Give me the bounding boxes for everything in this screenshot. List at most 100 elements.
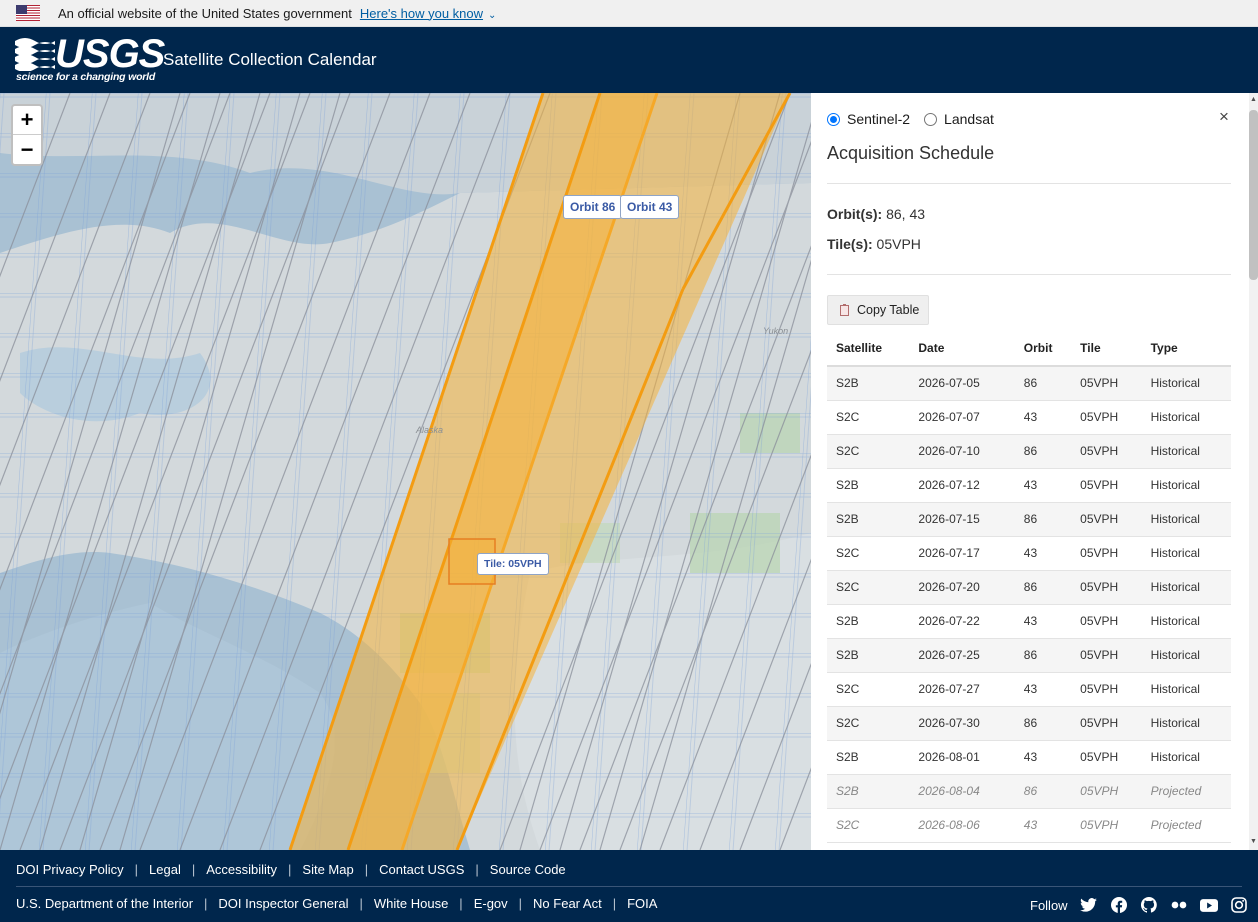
cell-orbit: 43 <box>1014 468 1072 503</box>
cell-type: Historical <box>1141 740 1231 775</box>
cell-date: 2026-08-01 <box>909 740 1015 775</box>
cell-satellite: S2B <box>827 740 910 775</box>
cell-satellite: S2C <box>827 570 910 605</box>
cell-date: 2026-07-27 <box>909 672 1015 707</box>
usgs-logo[interactable]: USGS science for a changing world <box>15 32 165 85</box>
tile-label[interactable]: Tile: 05VPH <box>477 553 549 575</box>
cell-type: Historical <box>1141 706 1231 741</box>
landsat-radio[interactable] <box>924 112 938 126</box>
scroll-down-icon[interactable]: ▼ <box>1250 838 1257 845</box>
zoom-in-button[interactable]: + <box>13 106 41 135</box>
cell-date: 2026-07-17 <box>909 536 1015 571</box>
map-view[interactable]: + − Orbit 86 Orbit 43 Tile: 05VPH Alaska… <box>0 93 811 850</box>
footer-link-white-house[interactable]: White House <box>374 896 448 911</box>
cell-type: Historical <box>1141 638 1231 673</box>
cell-satellite: S2C <box>827 434 910 469</box>
cell-tile: 05VPH <box>1071 774 1142 809</box>
satellite-radio-group: Sentinel-2 Landsat <box>827 111 1008 127</box>
map-canvas[interactable] <box>0 93 811 850</box>
footer-link-egov[interactable]: E-gov <box>474 896 508 911</box>
footer-link-inspector-general[interactable]: DOI Inspector General <box>218 896 348 911</box>
follow-social: Follow <box>1030 896 1258 914</box>
landsat-radio-label[interactable]: Landsat <box>944 111 994 127</box>
cell-type: Historical <box>1141 604 1231 639</box>
twitter-icon[interactable] <box>1080 896 1098 914</box>
flickr-icon[interactable] <box>1170 896 1188 914</box>
chevron-down-icon: ⌄ <box>488 9 497 21</box>
site-header: USGS science for a changing world Satell… <box>0 27 1258 93</box>
cell-tile: 05VPH <box>1071 570 1142 605</box>
footer-links-row-1: DOI Privacy Policy | Legal | Accessibility… <box>16 862 566 877</box>
cell-orbit: 86 <box>1014 434 1072 469</box>
table-row: S2C 2026-08-06 43 05VPH Projected <box>827 808 1231 843</box>
table-row: S2B 2026-07-15 86 05VPH Historical <box>827 502 1231 537</box>
app-title: Satellite Collection Calendar <box>163 50 377 69</box>
close-icon[interactable]: × <box>1219 107 1229 127</box>
footer-link-no-fear-act[interactable]: No Fear Act <box>533 896 602 911</box>
orbit-43-label[interactable]: Orbit 43 <box>620 195 680 219</box>
cell-satellite: S2B <box>827 468 910 503</box>
column-header-satellite: Satellite <box>827 331 910 367</box>
footer-link-site-map[interactable]: Site Map <box>302 862 353 877</box>
footer-link-accessibility[interactable]: Accessibility <box>206 862 277 877</box>
footer-divider <box>16 886 1242 887</box>
cell-date: 2026-07-20 <box>909 570 1015 605</box>
sentinel-2-radio-label[interactable]: Sentinel-2 <box>847 111 910 127</box>
cell-orbit: 86 <box>1014 366 1072 401</box>
cell-tile: 05VPH <box>1071 468 1142 503</box>
cell-tile: 05VPH <box>1071 706 1142 741</box>
cell-tile: 05VPH <box>1071 434 1142 469</box>
footer-link-doi[interactable]: U.S. Department of the Interior <box>16 896 193 911</box>
acquisition-table: Satellite Date Orbit Tile Type S2B 2026-0… <box>827 331 1231 843</box>
youtube-icon[interactable] <box>1199 896 1218 914</box>
table-row: S2B 2026-07-05 86 05VPH Historical <box>827 366 1231 401</box>
github-icon[interactable] <box>1140 896 1158 914</box>
panel-title: Acquisition Schedule <box>827 143 995 163</box>
cell-satellite: S2B <box>827 366 910 401</box>
cell-date: 2026-07-10 <box>909 434 1015 469</box>
cell-satellite: S2B <box>827 638 910 673</box>
footer-link-foia[interactable]: FOIA <box>627 896 657 911</box>
cell-tile: 05VPH <box>1071 740 1142 775</box>
table-row: S2B 2026-07-22 43 05VPH Historical <box>827 604 1231 639</box>
orbits-info: Orbit(s): 86, 43 <box>827 206 926 222</box>
instagram-icon[interactable] <box>1230 896 1248 914</box>
cell-date: 2026-07-12 <box>909 468 1015 503</box>
cell-date: 2026-07-05 <box>909 366 1015 401</box>
table-row: S2B 2026-07-12 43 05VPH Historical <box>827 468 1231 503</box>
column-header-type: Type <box>1141 331 1231 367</box>
cell-type: Projected <box>1141 774 1231 809</box>
map-place-yukon: Yukon <box>763 326 789 336</box>
footer-link-privacy[interactable]: DOI Privacy Policy <box>16 862 124 877</box>
acquisition-panel: Sentinel-2 Landsat × Acquisition Schedul… <box>811 93 1258 850</box>
table-row: S2C 2026-07-20 86 05VPH Historical <box>827 570 1231 605</box>
heres-how-you-know-link[interactable]: Here's how you know ⌄ <box>360 6 497 21</box>
copy-table-button[interactable]: Copy Table <box>827 295 929 325</box>
cell-tile: 05VPH <box>1071 808 1142 843</box>
cell-tile: 05VPH <box>1071 536 1142 571</box>
cell-satellite: S2B <box>827 604 910 639</box>
cell-orbit: 43 <box>1014 536 1072 571</box>
panel-scrollbar[interactable]: ▲ ▼ <box>1249 93 1258 850</box>
facebook-icon[interactable] <box>1110 896 1128 914</box>
footer-link-contact[interactable]: Contact USGS <box>379 862 464 877</box>
usgs-wave-icon <box>15 38 55 71</box>
cell-orbit: 86 <box>1014 638 1072 673</box>
scrollbar-thumb[interactable] <box>1249 110 1258 280</box>
zoom-out-button[interactable]: − <box>13 135 41 164</box>
footer-link-source-code[interactable]: Source Code <box>490 862 566 877</box>
cell-date: 2026-07-30 <box>909 706 1015 741</box>
cell-date: 2026-07-25 <box>909 638 1015 673</box>
footer-link-legal[interactable]: Legal <box>149 862 181 877</box>
cell-tile: 05VPH <box>1071 366 1142 401</box>
cell-orbit: 43 <box>1014 604 1072 639</box>
sentinel-2-radio[interactable] <box>827 112 840 126</box>
orbit-86-label[interactable]: Orbit 86 <box>563 195 623 219</box>
cell-type: Historical <box>1141 468 1231 503</box>
clipboard-icon <box>840 303 849 316</box>
table-row: S2B 2026-07-25 86 05VPH Historical <box>827 638 1231 673</box>
scroll-up-icon[interactable]: ▲ <box>1250 96 1257 103</box>
cell-date: 2026-08-06 <box>909 808 1015 843</box>
cell-orbit: 86 <box>1014 774 1072 809</box>
cell-satellite: S2C <box>827 672 910 707</box>
